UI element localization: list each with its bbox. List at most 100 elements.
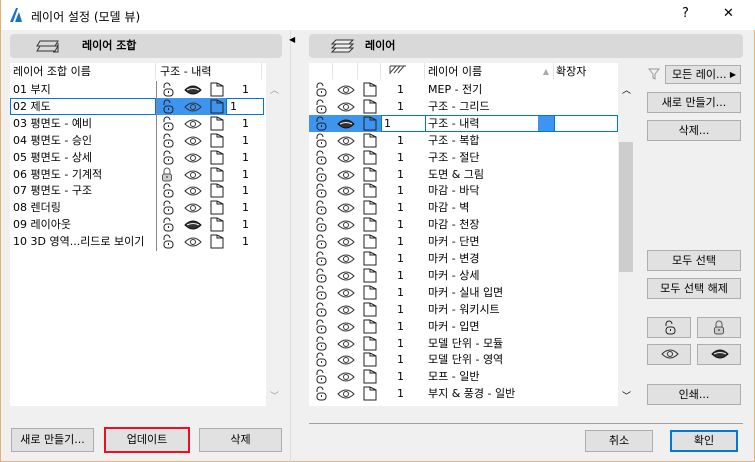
title-bar: 레이어 설정 (모델 뷰) ? ✕ bbox=[1, 0, 755, 30]
pen-number: 1 bbox=[230, 99, 237, 113]
pen-number: 1 bbox=[242, 167, 249, 181]
table-row[interactable]: 1 마커 - 상세 bbox=[309, 267, 618, 284]
pen-number: 1 bbox=[397, 83, 404, 96]
scroll-up-icon[interactable]: ︿ bbox=[622, 83, 631, 96]
layer-name: 마커 - 입면 bbox=[428, 319, 480, 333]
combination-name: 09 레이아웃 bbox=[13, 218, 71, 232]
table-row[interactable]: 06 평면도 - 기계적 1 bbox=[10, 166, 266, 183]
ok-button[interactable]: 확인 bbox=[670, 430, 738, 452]
scroll-up-icon[interactable]: ︿ bbox=[270, 83, 279, 96]
table-row[interactable]: 02 제도 1 bbox=[10, 97, 266, 115]
layers-icon bbox=[331, 39, 355, 53]
unlock-icon[interactable] bbox=[160, 234, 174, 254]
table-row[interactable]: 1 구조 - 그리드 bbox=[309, 98, 618, 115]
table-row[interactable]: 04 평면도 - 승인 1 bbox=[10, 132, 266, 149]
selection-outline bbox=[381, 114, 618, 132]
layer-name: 마커 - 변경 bbox=[428, 252, 480, 265]
pen-hatch-icon bbox=[389, 65, 406, 74]
table-row[interactable]: 1 마감 - 바닥 bbox=[309, 182, 618, 199]
lock-button[interactable] bbox=[697, 317, 741, 338]
selected-cell bbox=[538, 115, 554, 131]
deselect-all-button[interactable]: 모두 선택 해제 bbox=[647, 278, 741, 299]
table-row[interactable]: 1 마커 - 변경 bbox=[309, 250, 618, 267]
pen-number: 1 bbox=[397, 133, 404, 147]
column-header-state[interactable]: 구조 - 내력 bbox=[158, 63, 262, 80]
pen-number: 1 bbox=[397, 370, 404, 384]
layer-name: 모델 단위 - 영역 bbox=[428, 353, 504, 367]
unlock-icon[interactable] bbox=[313, 386, 327, 406]
cancel-button[interactable]: 취소 bbox=[585, 430, 653, 452]
new-layer-button[interactable]: 새로 만들기... bbox=[647, 92, 741, 113]
close-button[interactable]: ✕ bbox=[723, 6, 734, 21]
layers-header: 레이어 bbox=[309, 34, 743, 58]
layer-name: 모프 - 일반 bbox=[428, 370, 480, 384]
column-header-extension[interactable]: 확장자 bbox=[554, 63, 624, 80]
eye-icon[interactable] bbox=[184, 236, 202, 253]
layer-name: 구조 - 그리드 bbox=[428, 99, 490, 113]
combination-name: 01 부지 bbox=[13, 83, 51, 96]
select-all-button[interactable]: 모두 선택 bbox=[647, 250, 741, 271]
column-header-name[interactable]: 레이어 조합 이름 bbox=[10, 63, 156, 80]
table-row[interactable]: 05 평면도 - 상세 1 bbox=[10, 149, 266, 166]
help-button[interactable]: ? bbox=[682, 6, 689, 21]
table-row[interactable]: 1 마커 - 입면 bbox=[309, 318, 618, 335]
layer-name: 구조 - 복합 bbox=[428, 133, 480, 147]
table-row[interactable]: 1 모프 - 일반 bbox=[309, 368, 618, 385]
table-row[interactable]: 03 평면도 - 예비 1 bbox=[10, 115, 266, 132]
layer-name: 마커 - 워키시트 bbox=[428, 302, 500, 316]
archicad-logo-icon bbox=[10, 8, 22, 22]
unlock-button[interactable] bbox=[647, 317, 691, 338]
column-header-pen[interactable] bbox=[381, 63, 425, 80]
window-title: 레이어 설정 (모델 뷰) bbox=[31, 10, 141, 24]
update-button[interactable]: 업데이트 bbox=[104, 427, 190, 453]
new-combination-button[interactable]: 새로 만들기... bbox=[11, 428, 94, 452]
left-scrollbar[interactable]: ︿ ﹀ bbox=[266, 63, 283, 406]
table-row[interactable]: 1 구조 - 복합 bbox=[309, 132, 618, 149]
table-row[interactable]: 10 3D 영역...리드로 보이기 1 bbox=[10, 233, 266, 250]
table-row[interactable]: 07 평면도 - 구조 1 bbox=[10, 182, 266, 199]
layer-combinations-list[interactable]: 레이어 조합 이름 구조 - 내력 01 부지 1 02 제도 1 03 평면도 - 예… bbox=[10, 63, 266, 406]
table-row[interactable]: 1 마감 - 벽 bbox=[309, 199, 618, 216]
collapse-panel-icon[interactable]: ◀ bbox=[289, 35, 295, 44]
table-row[interactable]: 08 렌더링 1 bbox=[10, 199, 266, 216]
layer-filter-dropdown[interactable]: 모든 레이... ▶ bbox=[665, 65, 741, 84]
hide-button[interactable] bbox=[697, 344, 741, 365]
pen-number: 1 bbox=[397, 336, 404, 350]
table-row[interactable]: 1 모델 단위 - 모듈 bbox=[309, 335, 618, 352]
layer-name: 마감 - 벽 bbox=[428, 201, 470, 215]
combination-name: 08 렌더링 bbox=[13, 201, 61, 215]
layers-list[interactable]: 레이어 이름 ▲ 확장자 1 MEP - 전기 1 구조 - 그리드 1 구조 - 내력 1 구… bbox=[309, 63, 624, 406]
delete-combination-button[interactable]: 삭제 bbox=[199, 428, 282, 452]
layer-name: 마감 - 천장 bbox=[428, 218, 480, 232]
table-row[interactable]: 09 레이아웃 1 bbox=[10, 216, 266, 233]
combination-name: 04 평면도 - 승인 bbox=[13, 133, 93, 147]
pen-number: 1 bbox=[397, 252, 404, 265]
table-row[interactable]: 1 도면 & 그림 bbox=[309, 166, 618, 183]
pen-number: 1 bbox=[242, 83, 249, 96]
table-row[interactable]: 1 마감 - 천장 bbox=[309, 216, 618, 233]
scroll-down-icon[interactable]: ﹀ bbox=[270, 389, 279, 402]
combination-name: 07 평면도 - 구조 bbox=[13, 184, 93, 198]
column-header-layer-name[interactable]: 레이어 이름 ▲ bbox=[425, 63, 554, 80]
table-row[interactable]: 1 모델 단위 - 영역 bbox=[309, 351, 618, 368]
table-row[interactable]: 01 부지 1 bbox=[10, 81, 266, 98]
table-row[interactable]: 1 MEP - 전기 bbox=[309, 81, 618, 98]
table-row[interactable]: 1 구조 - 내력 bbox=[309, 114, 618, 132]
table-row[interactable]: 1 구조 - 절단 bbox=[309, 149, 618, 166]
scrollbar-thumb[interactable] bbox=[619, 142, 633, 272]
layer-name: 구조 - 내력 bbox=[428, 116, 480, 130]
pen-number: 1 bbox=[397, 353, 404, 367]
table-row[interactable]: 1 부지 & 풍경 - 일반 bbox=[309, 385, 618, 402]
pen-number: 1 bbox=[397, 99, 404, 113]
table-row[interactable]: 1 마커 - 워키시트 bbox=[309, 301, 618, 318]
table-row[interactable]: 1 마커 - 실내 입면 bbox=[309, 284, 618, 301]
show-button[interactable] bbox=[647, 344, 691, 365]
print-button[interactable]: 인쇄... bbox=[647, 384, 741, 405]
layers-scrollbar[interactable]: ︿ ﹀ bbox=[618, 63, 634, 406]
pen-number: 1 bbox=[384, 116, 391, 130]
divider bbox=[425, 115, 426, 131]
scroll-down-icon[interactable]: ﹀ bbox=[622, 389, 631, 402]
table-row[interactable]: 1 마커 - 단면 bbox=[309, 233, 618, 250]
delete-layer-button[interactable]: 삭제... bbox=[647, 120, 741, 141]
eye-icon[interactable] bbox=[337, 388, 355, 405]
